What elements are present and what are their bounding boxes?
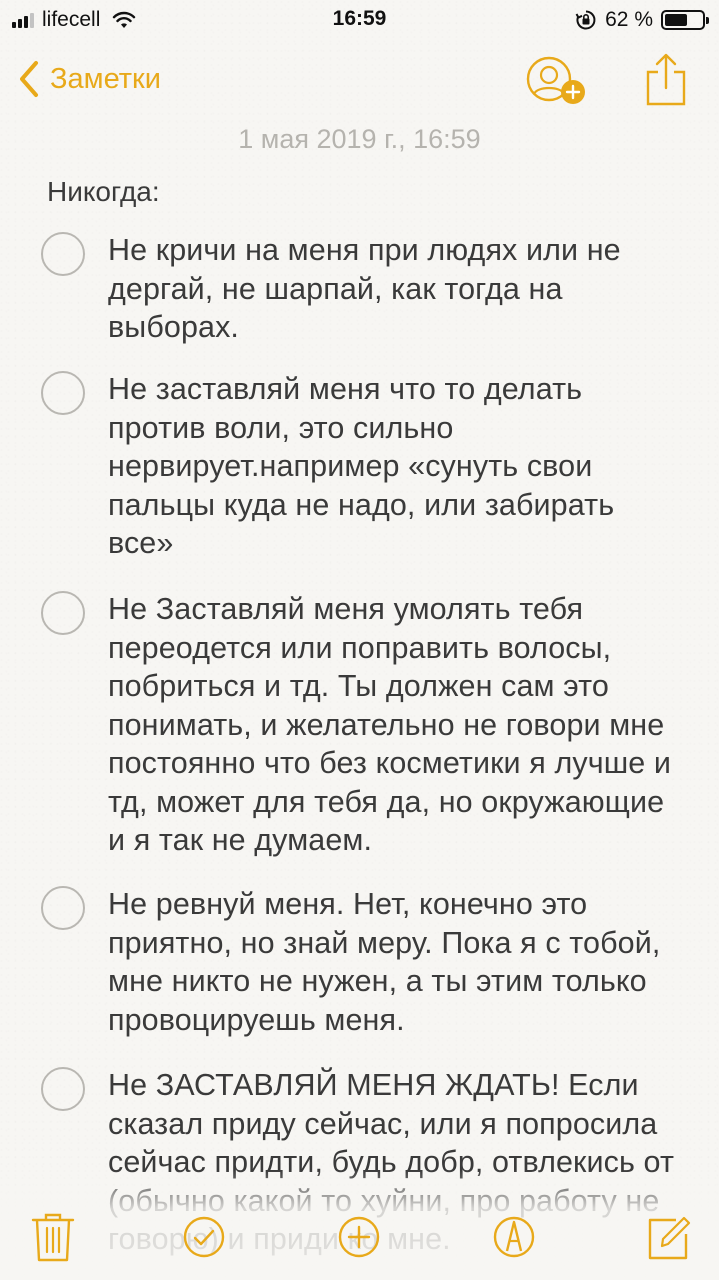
checklist-item-text[interactable]: Не Заставляй меня умолять тебя переодетс… bbox=[108, 590, 683, 860]
markup-icon[interactable] bbox=[490, 1210, 538, 1264]
checklist-item-text[interactable]: Не ревнуй меня. Нет, конечно это приятно… bbox=[108, 885, 683, 1039]
checklist-checkbox[interactable] bbox=[41, 591, 85, 635]
trash-icon[interactable] bbox=[29, 1210, 77, 1264]
compose-icon[interactable] bbox=[646, 1210, 694, 1264]
checklist-checkbox[interactable] bbox=[41, 232, 85, 276]
checklist-item-text[interactable]: Не кричи на меня при людях или не дергай… bbox=[108, 231, 683, 347]
bottom-toolbar bbox=[0, 1196, 719, 1280]
note-heading[interactable]: Никогда: bbox=[47, 176, 160, 208]
checklist-icon[interactable] bbox=[180, 1210, 228, 1264]
checklist-checkbox[interactable] bbox=[41, 886, 85, 930]
note-body: Никогда: Не кричи на меня при людях или … bbox=[0, 0, 719, 1280]
checklist-item-text[interactable]: Не заставляй меня что то делать против в… bbox=[108, 370, 683, 563]
add-icon[interactable] bbox=[335, 1210, 383, 1264]
checklist-checkbox[interactable] bbox=[41, 1067, 85, 1111]
checklist-checkbox[interactable] bbox=[41, 371, 85, 415]
